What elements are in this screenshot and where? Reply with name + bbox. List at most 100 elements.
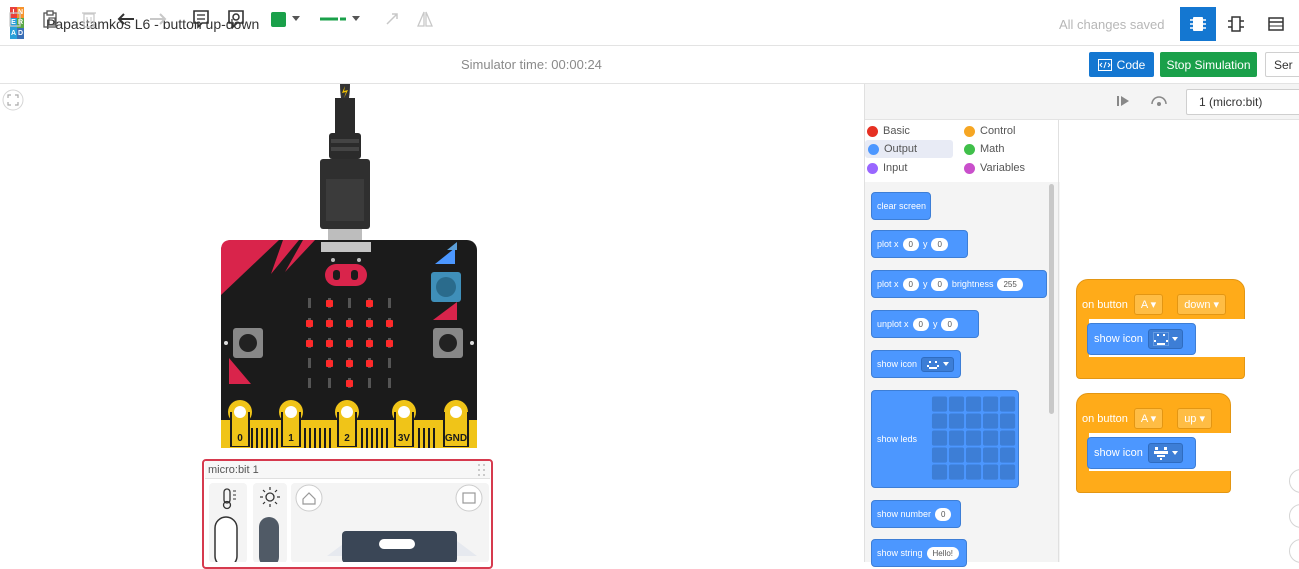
- block-label: show number: [877, 509, 932, 519]
- device-select[interactable]: 1 (micro:bit): [1186, 89, 1299, 115]
- block-categories: Basic Control Output Math Input Variable…: [865, 120, 1060, 182]
- stop-simulation-button[interactable]: Stop Simulation: [1160, 52, 1257, 77]
- block-clear-screen[interactable]: clear screen: [871, 192, 931, 220]
- block-plot[interactable]: plot x0y0: [871, 230, 968, 258]
- category-dot: [964, 125, 975, 137]
- show-icon-block[interactable]: show icon: [1087, 437, 1196, 469]
- block-show-icon[interactable]: show icon: [871, 350, 961, 378]
- usb-cable: [320, 84, 370, 243]
- icon-dropdown[interactable]: [1147, 443, 1183, 463]
- schematic-icon: [1228, 16, 1244, 32]
- flip-button[interactable]: [414, 6, 436, 32]
- circuit-view-button[interactable]: [1180, 7, 1216, 41]
- category-basic[interactable]: Basic: [867, 122, 910, 140]
- smiley-icon: [1152, 332, 1169, 346]
- show-icon-block[interactable]: show icon: [1087, 323, 1196, 355]
- category-dot: [964, 162, 975, 174]
- event-label: on button: [1082, 298, 1128, 311]
- copy-button[interactable]: [3, 6, 27, 32]
- action-dropdown[interactable]: up ▾: [1177, 408, 1213, 429]
- led-grid[interactable]: [931, 393, 1018, 485]
- block-label: show string: [877, 548, 923, 558]
- button-dropdown[interactable]: A ▾: [1133, 294, 1164, 315]
- block-plot-brightness[interactable]: plot x 0 y 0 brightness 255: [871, 270, 1047, 298]
- undo-button[interactable]: [114, 6, 138, 32]
- code-button[interactable]: Code: [1089, 52, 1154, 77]
- component-list-button[interactable]: [1258, 7, 1294, 41]
- code-icon: [1097, 58, 1112, 71]
- icon-dropdown[interactable]: [1147, 329, 1183, 349]
- category-control[interactable]: Control: [964, 122, 1015, 140]
- category-label: Control: [980, 125, 1016, 137]
- event-header: on button A ▾ up ▾: [1082, 408, 1213, 429]
- note-view-icon: [228, 10, 244, 29]
- wire-color-picker[interactable]: [262, 6, 308, 32]
- step-icon[interactable]: [1116, 95, 1130, 107]
- drag-handle-icon[interactable]: [477, 463, 487, 477]
- block-label: y: [922, 279, 928, 289]
- value-pill[interactable]: 0: [912, 317, 929, 331]
- value-pill[interactable]: 0: [935, 507, 952, 521]
- color-swatch: [270, 11, 286, 27]
- delete-button[interactable]: [77, 6, 101, 32]
- schematic-view-button[interactable]: [1218, 7, 1254, 41]
- debug-icon[interactable]: [1150, 93, 1168, 107]
- icon-dropdown[interactable]: [921, 356, 955, 372]
- value-pill[interactable]: 0: [941, 317, 958, 331]
- category-dot: [868, 143, 879, 155]
- category-label: Output: [884, 143, 918, 155]
- chevron-down-icon: [352, 16, 360, 21]
- wire-style-picker[interactable]: [315, 6, 365, 32]
- value-pill[interactable]: Hello!: [926, 546, 959, 560]
- chevron-down-icon: [943, 362, 950, 366]
- value-pill[interactable]: 0: [902, 277, 919, 291]
- block-show-number[interactable]: show number 0: [871, 500, 961, 528]
- pin-label: 0: [237, 433, 243, 444]
- sim-panel-title: micro:bit 1: [205, 461, 490, 479]
- action-dropdown[interactable]: down ▾: [1177, 294, 1227, 315]
- chevron-down-icon: [291, 16, 300, 21]
- home-icon: [295, 484, 323, 512]
- button-b[interactable]: [433, 328, 463, 358]
- event-header: on button A ▾ down ▾: [1082, 294, 1227, 315]
- event-label: on button: [1082, 412, 1128, 425]
- value-pill[interactable]: 0: [931, 237, 948, 251]
- palette-scrollbar[interactable]: [1049, 184, 1054, 414]
- flip-icon: [417, 11, 433, 27]
- list-icon: [1268, 17, 1284, 31]
- value-pill[interactable]: 0: [931, 277, 948, 291]
- rotate-button[interactable]: [381, 6, 403, 32]
- wire-type-icon: [320, 17, 346, 21]
- chevron-down-icon: [1171, 451, 1178, 455]
- block-label: brightness: [951, 279, 994, 289]
- zoom-fit-icon[interactable]: [2, 89, 24, 111]
- chip-icon: [1190, 17, 1206, 31]
- block-label: clear screen: [877, 201, 927, 211]
- paste-button[interactable]: [38, 6, 62, 32]
- block-label: unplot x: [877, 319, 909, 329]
- temperature-slider: [214, 516, 238, 562]
- category-math[interactable]: Math: [964, 140, 1004, 158]
- category-dot: [964, 143, 975, 155]
- block-unplot[interactable]: unplot x0y0: [871, 310, 979, 338]
- block-label: plot x: [877, 239, 899, 249]
- button-a[interactable]: [233, 328, 263, 358]
- send-to-button[interactable]: Ser: [1265, 52, 1299, 77]
- value-pill[interactable]: 255: [997, 277, 1023, 291]
- category-variables[interactable]: Variables: [964, 159, 1025, 177]
- category-output[interactable]: Output: [865, 140, 954, 158]
- notes-button[interactable]: [189, 6, 213, 32]
- undo-icon: [117, 13, 134, 25]
- value-pill[interactable]: 0: [902, 237, 919, 251]
- block-show-leds[interactable]: show leds: [871, 390, 1019, 488]
- microbit-board[interactable]: 0 1 2 3V GND: [221, 240, 477, 452]
- notes-visibility-button[interactable]: [224, 6, 248, 32]
- block-label: show icon: [1094, 333, 1143, 345]
- block-show-string[interactable]: show string Hello!: [871, 539, 967, 567]
- category-input[interactable]: Input: [867, 159, 907, 177]
- light-slider: [259, 517, 279, 562]
- redo-button[interactable]: [146, 6, 170, 32]
- rotate-icon: [386, 13, 398, 25]
- pin-label: 3V: [398, 433, 411, 444]
- button-dropdown[interactable]: A ▾: [1133, 408, 1164, 429]
